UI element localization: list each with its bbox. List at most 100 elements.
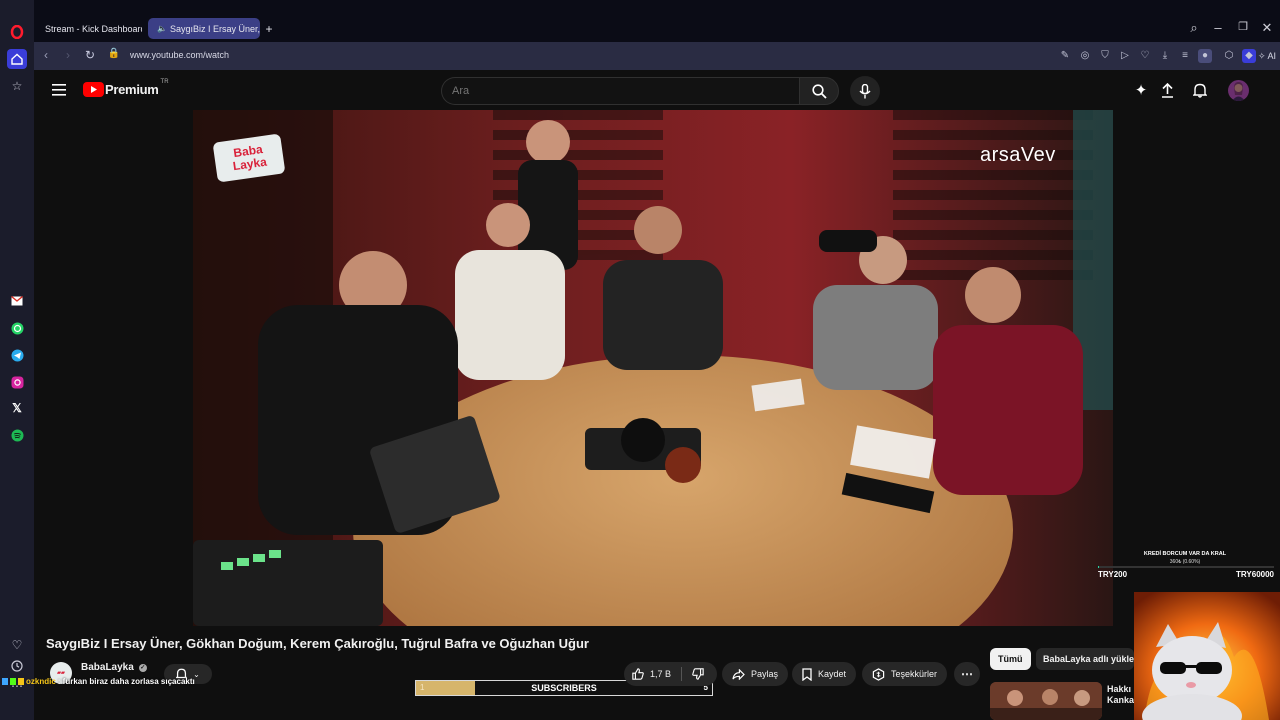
- video-player[interactable]: Baba Layka arsaVev: [193, 110, 1113, 626]
- share-button[interactable]: Paylaş: [722, 662, 789, 686]
- cube-icon[interactable]: ⬡: [1222, 49, 1236, 63]
- opera-logo-icon[interactable]: [7, 22, 27, 42]
- super-thanks-icon: [872, 667, 885, 681]
- forward-button[interactable]: ›: [60, 48, 76, 62]
- camera-icon[interactable]: ◎: [1078, 49, 1092, 63]
- like-divider: [681, 667, 683, 681]
- premium-text: Premium: [105, 82, 159, 97]
- search-input[interactable]: [442, 78, 799, 104]
- goal-progress-fill: [1098, 566, 1100, 568]
- profile-icon[interactable]: ●: [1198, 49, 1212, 63]
- channel-name[interactable]: BabaLayka: [81, 662, 134, 673]
- youtube-header: Premium TR ✦: [34, 70, 1280, 110]
- new-tab-button[interactable]: +: [262, 18, 276, 39]
- chip-all[interactable]: Tümü: [990, 648, 1031, 670]
- share-label: Paylaş: [751, 669, 779, 679]
- history-icon[interactable]: [7, 656, 27, 676]
- download-icon[interactable]: ⤓: [1158, 49, 1172, 63]
- arsavev-logo-watermark: arsaVev: [980, 144, 1056, 166]
- chat-badge-icon: [2, 678, 8, 685]
- search-tabs-icon[interactable]: ⌕: [1186, 20, 1202, 36]
- restore-button[interactable]: ❐: [1235, 20, 1251, 33]
- save-label: Kaydet: [818, 669, 847, 679]
- menu-lines-icon[interactable]: ≡: [1178, 49, 1192, 63]
- thanks-label: Teşekkürler: [891, 669, 938, 679]
- telegram-icon[interactable]: [7, 345, 27, 365]
- whatsapp-icon[interactable]: [7, 318, 27, 338]
- ai-label: AI: [1267, 51, 1277, 61]
- back-button[interactable]: ‹: [38, 48, 54, 62]
- star-icon[interactable]: ☆: [7, 76, 27, 96]
- home-icon[interactable]: [7, 49, 27, 69]
- related-title-line1: Hakkı: [1107, 684, 1132, 694]
- thanks-button[interactable]: Teşekkürler: [862, 662, 948, 686]
- chip-channel[interactable]: BabaLayka adlı yükley: [1036, 648, 1134, 670]
- channel-name-row: BabaLayka ✓: [81, 662, 147, 673]
- tab-label: SaygıBiz I Ersay Üner,: [169, 23, 260, 34]
- chat-badge-icon: [18, 678, 24, 685]
- close-window-button[interactable]: ✕: [1259, 20, 1275, 36]
- goal-title: KREDİ BORCUM VAR DA KRAL: [1143, 551, 1227, 557]
- url-field[interactable]: www.youtube.com/watch: [130, 50, 229, 60]
- reload-button[interactable]: ↻: [82, 48, 98, 62]
- ai-sparkle-icon: ✧: [1258, 50, 1266, 61]
- more-actions-button[interactable]: ⋯: [954, 662, 980, 686]
- goal-min-label: TRY200: [1098, 570, 1128, 579]
- thumbs-up-icon: [632, 668, 644, 680]
- voice-search-button[interactable]: [850, 76, 880, 106]
- goal-progress-track: [1098, 566, 1274, 568]
- save-button[interactable]: Kaydet: [792, 662, 857, 686]
- ai-button[interactable]: ✧ AI: [1254, 48, 1280, 64]
- lock-icon: 🔒: [107, 48, 121, 59]
- tab-strip: Stream - Kick Dashboard 🔈 SaygıBiz I Ers…: [34, 0, 1280, 42]
- opera-sidebar: ☆ 𝕏 ♡ ⋯: [0, 0, 34, 720]
- address-bar-row: ‹ › ↻ 🔒 www.youtube.com/watch ✎ ◎ ⛉ ▷ ♡ …: [34, 42, 1280, 70]
- account-avatar[interactable]: [1228, 80, 1249, 101]
- x-twitter-icon[interactable]: 𝕏: [7, 398, 27, 418]
- heart-icon[interactable]: ♡: [7, 635, 27, 655]
- region-code: TR: [160, 79, 169, 85]
- edit-icon[interactable]: ✎: [1058, 49, 1072, 63]
- shield-icon[interactable]: ⛉: [1098, 49, 1112, 63]
- goal-max-label: TRY60000: [1236, 570, 1274, 579]
- donation-goal-widget: KREDİ BORCUM VAR DA KRAL 360₺ (0.60%) TR…: [1096, 548, 1280, 582]
- like-button[interactable]: 1,7 B: [632, 668, 671, 680]
- webcam-overlay: [1134, 592, 1280, 720]
- youtube-premium-logo[interactable]: Premium TR: [83, 79, 169, 97]
- bookmark-icon: [802, 667, 812, 681]
- related-video-title[interactable]: Hakkı Kanka: [1107, 684, 1134, 706]
- goal-progress-text: 360₺ (0.60%): [1169, 559, 1201, 565]
- verified-badge-icon: ✓: [138, 663, 147, 672]
- related-video-thumbnail[interactable]: [990, 682, 1102, 720]
- instagram-icon[interactable]: [7, 372, 27, 392]
- like-dislike-group: 1,7 B: [624, 662, 717, 686]
- play-icon[interactable]: ▷: [1118, 49, 1132, 63]
- chat-username: ozkndic: [26, 677, 56, 686]
- more-horizontal-icon: ⋯: [961, 667, 973, 681]
- notifications-bell-icon[interactable]: [1191, 81, 1209, 99]
- thumbs-down-icon: [692, 668, 704, 680]
- video-title: SaygıBiz I Ersay Üner, Gökhan Doğum, Ker…: [46, 636, 589, 651]
- minimize-button[interactable]: –: [1210, 20, 1226, 35]
- search-box[interactable]: [441, 77, 799, 105]
- dislike-button[interactable]: [692, 668, 704, 680]
- video-frame-image: [193, 110, 1113, 626]
- tab-label: Stream - Kick Dashboard: [45, 23, 142, 34]
- chat-text: : furkan biraz daha zorlasa sıçacaktı: [57, 677, 195, 686]
- related-title-line2: Kanka: [1107, 695, 1135, 705]
- search-button[interactable]: [799, 77, 839, 105]
- speaker-icon[interactable]: 🔈: [157, 24, 167, 33]
- search-icon: [811, 83, 827, 99]
- heart-outline-icon[interactable]: ♡: [1138, 49, 1152, 63]
- hamburger-menu-icon[interactable]: [50, 81, 68, 99]
- chat-badge-icon: [10, 678, 16, 685]
- extension-puzzle-icon[interactable]: ✦: [1132, 81, 1150, 99]
- microphone-icon: [859, 83, 871, 98]
- gmail-icon[interactable]: [7, 291, 27, 311]
- create-upload-icon[interactable]: [1158, 81, 1176, 99]
- tab-youtube-video[interactable]: 🔈 SaygıBiz I Ersay Üner,: [148, 18, 260, 39]
- youtube-logo-icon: [83, 82, 104, 97]
- spotify-icon[interactable]: [7, 425, 27, 445]
- chat-message: ozkndic : furkan biraz daha zorlasa sıça…: [2, 676, 195, 687]
- tab-kick-dashboard[interactable]: Stream - Kick Dashboard: [34, 18, 142, 39]
